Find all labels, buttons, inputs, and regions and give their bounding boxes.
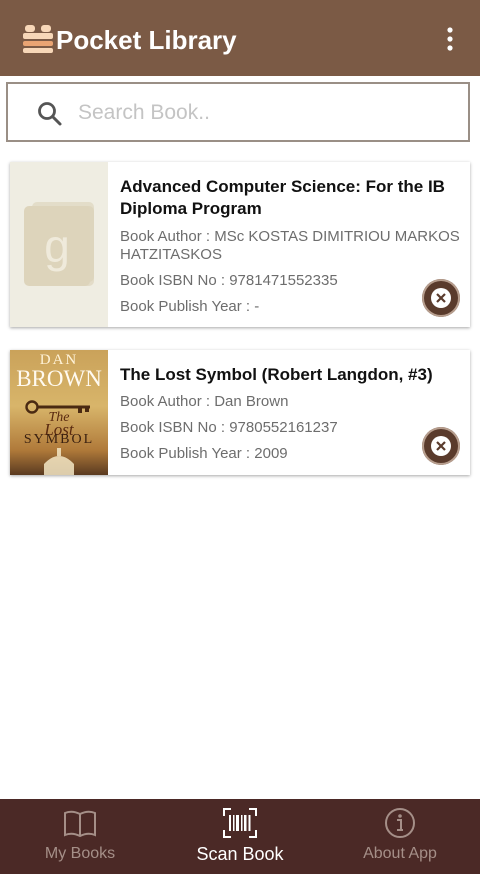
book-isbn: Book ISBN No : 9780552161237 — [120, 419, 338, 436]
nav-label: Scan Book — [196, 844, 284, 864]
search-box — [6, 82, 470, 142]
stacked-books-icon — [23, 25, 53, 53]
x-mark-icon — [436, 293, 446, 303]
nav-about-app[interactable]: About App — [320, 799, 480, 874]
nav-scan-book[interactable]: Scan Book — [160, 799, 320, 874]
svg-text:g: g — [44, 220, 70, 272]
nav-my-books[interactable]: My Books — [0, 799, 160, 874]
search-input[interactable] — [78, 94, 448, 132]
cover-author-last: BROWN — [16, 366, 102, 391]
book-card[interactable]: g Advanced Computer Science: For the IB … — [10, 162, 470, 327]
book-author: Book Author : Dan Brown — [120, 393, 289, 410]
barcode-scan-icon — [223, 808, 257, 838]
book-cover: DAN BROWN The Lost SYMBOL — [10, 350, 108, 475]
book-title: The Lost Symbol (Robert Langdon, #3) — [120, 365, 433, 384]
capitol-dome-icon — [44, 448, 74, 475]
book-isbn: Book ISBN No : 9781471552335 — [120, 272, 338, 289]
app-bar: Pocket Library — [0, 0, 480, 76]
google-books-placeholder-icon: g — [24, 202, 94, 286]
book-author: Book Author : MSc KOSTAS DIMITRIOU MARKO… — [120, 228, 460, 263]
info-icon — [385, 808, 415, 838]
search-icon — [38, 102, 62, 126]
book-card[interactable]: DAN BROWN The Lost SYMBOL The Lost Symbo… — [10, 350, 470, 475]
book-publish-year: Book Publish Year : - — [120, 298, 260, 315]
nav-label: My Books — [44, 845, 116, 862]
book-title: Advanced Computer Science: For the IB Di… — [120, 177, 445, 218]
overflow-menu-icon[interactable] — [438, 26, 462, 52]
nav-label: About App — [363, 845, 437, 862]
book-publish-year: Book Publish Year : 2009 — [120, 445, 288, 462]
book-cover: g — [10, 162, 108, 327]
bottom-navigation: My Books Scan Book About App — [0, 799, 480, 874]
app-title: Pocket Library — [56, 25, 237, 55]
delete-book-button[interactable] — [422, 427, 460, 465]
open-book-icon — [64, 810, 96, 838]
x-mark-icon — [436, 441, 446, 451]
delete-book-button[interactable] — [422, 279, 460, 317]
